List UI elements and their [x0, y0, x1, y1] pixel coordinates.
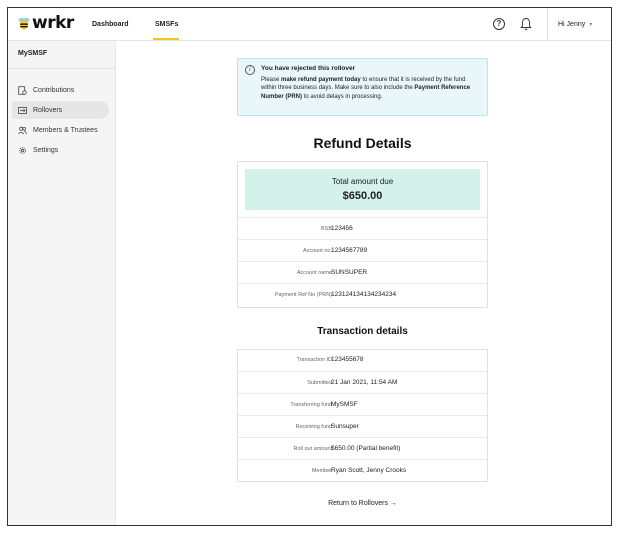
txn-row-transferring-fund: Transferring fund MySMSF: [238, 393, 487, 415]
row-value: SUNSUPER: [331, 269, 368, 276]
sidebar-divider: [8, 68, 116, 69]
row-label: Submitted: [307, 380, 332, 386]
return-to-rollovers-link[interactable]: Return to Rollovers →: [237, 500, 488, 507]
sidebar-item-members-trustees[interactable]: Members & Trustees: [12, 121, 109, 139]
total-amount-label: Total amount due: [331, 177, 394, 186]
row-label: Transaction ID: [296, 357, 332, 363]
row-label: Account no.: [302, 248, 332, 254]
nav-smsfs[interactable]: SMSFs: [155, 8, 178, 41]
bee-logo-icon: [18, 17, 30, 30]
members-icon: [18, 126, 27, 134]
refund-row-bsb: BSB 123456: [238, 217, 487, 239]
txn-row-receiving-fund: Receiving fund Sunsuper: [238, 415, 487, 437]
sidebar-item-rollovers[interactable]: Rollovers: [12, 101, 109, 119]
txn-row-member: Member Ryan Scott, Jenny Crooks: [238, 459, 487, 481]
row-value: MySMSF: [331, 401, 358, 408]
topbar-divider: [547, 8, 548, 41]
txn-row-transaction-id: Transaction ID 123455678: [238, 349, 487, 371]
row-value: 21 Jan 2021, 11:54 AM: [331, 379, 398, 386]
rollovers-icon: [18, 106, 27, 114]
row-label: BSB: [320, 226, 332, 232]
wrkr-logo[interactable]: wrkr: [18, 15, 74, 32]
info-icon: i: [245, 65, 255, 75]
row-label: Transferring fund: [290, 402, 332, 408]
transaction-details-card: Transaction ID 123455678 Submitted 21 Ja…: [237, 349, 488, 482]
transaction-details-title: Transaction details: [317, 326, 408, 337]
alert-title: You have rejected this rollover: [261, 65, 356, 72]
row-label: Receiving fund: [295, 424, 332, 430]
row-value: 123455678: [331, 356, 364, 363]
sidebar-item-label: Rollovers: [33, 106, 63, 114]
row-label: Payment Ref No (PRN): [274, 292, 332, 298]
refund-row-account-name: Account name SUNSUPER: [238, 261, 487, 283]
user-greeting: Hi Jenny: [558, 21, 586, 28]
refund-row-prn: Payment Ref No (PRN) 123124134134234234: [238, 283, 487, 305]
nav-dashboard[interactable]: Dashboard: [92, 8, 129, 41]
refund-rows: BSB 123456 Account no. 1234567789 Accoun…: [238, 217, 487, 305]
refund-details-card: Total amount due $650.00 BSB 123456 Acco…: [237, 161, 488, 308]
main-content: i You have rejected this rollover Please…: [116, 41, 611, 525]
total-amount-box: Total amount due $650.00: [245, 169, 480, 210]
sidebar-item-label: Contributions: [33, 86, 75, 94]
active-nav-indicator: [153, 38, 179, 40]
alert-message: Please make refund payment today to ensu…: [261, 76, 471, 100]
row-value: 1234567789: [331, 247, 368, 254]
logo-text: wrkr: [32, 13, 74, 33]
contributions-icon: [18, 85, 27, 95]
txn-row-roll-out-amount: Roll out amount $650.00 (Partial benefit…: [238, 437, 487, 459]
sidebar-item-label: Members & Trustees: [33, 126, 98, 134]
chevron-down-icon: ▾: [589, 22, 593, 28]
help-icon[interactable]: ?: [493, 18, 505, 30]
txn-row-submitted: Submitted 21 Jan 2021, 11:54 AM: [238, 371, 487, 393]
transaction-rows: Transaction ID 123455678 Submitted 21 Ja…: [238, 349, 487, 481]
row-label: Roll out amount: [293, 446, 332, 452]
page-title: Refund Details: [313, 135, 412, 151]
row-value: $650.00 (Partial benefit): [331, 445, 401, 452]
sidebar-item-settings[interactable]: Settings: [12, 141, 109, 159]
app-window: wrkr Dashboard SMSFs ? Hi Jenny ▾ MySMSF …: [7, 7, 612, 526]
row-label: Member: [311, 468, 332, 474]
refund-row-account-no: Account no. 1234567789: [238, 239, 487, 261]
sidebar-item-label: Settings: [33, 146, 59, 154]
row-value: Ryan Scott, Jenny Crooks: [331, 467, 407, 474]
row-value: Sunsuper: [331, 423, 359, 430]
rejection-alert: i You have rejected this rollover Please…: [237, 58, 488, 116]
bell-icon[interactable]: [520, 17, 532, 31]
row-value: 123456: [331, 225, 353, 232]
sidebar-item-contributions[interactable]: Contributions: [12, 81, 109, 99]
row-label: Account name: [296, 270, 332, 276]
total-amount-value: $650.00: [342, 190, 383, 202]
user-menu[interactable]: Hi Jenny ▾: [558, 8, 592, 41]
gear-icon: [19, 146, 26, 154]
sidebar: MySMSF Contributions Rollovers Members &…: [8, 41, 116, 525]
sidebar-title: MySMSF: [18, 50, 48, 57]
top-bar: wrkr Dashboard SMSFs ? Hi Jenny ▾: [8, 8, 611, 41]
row-value: 123124134134234234: [331, 291, 397, 298]
